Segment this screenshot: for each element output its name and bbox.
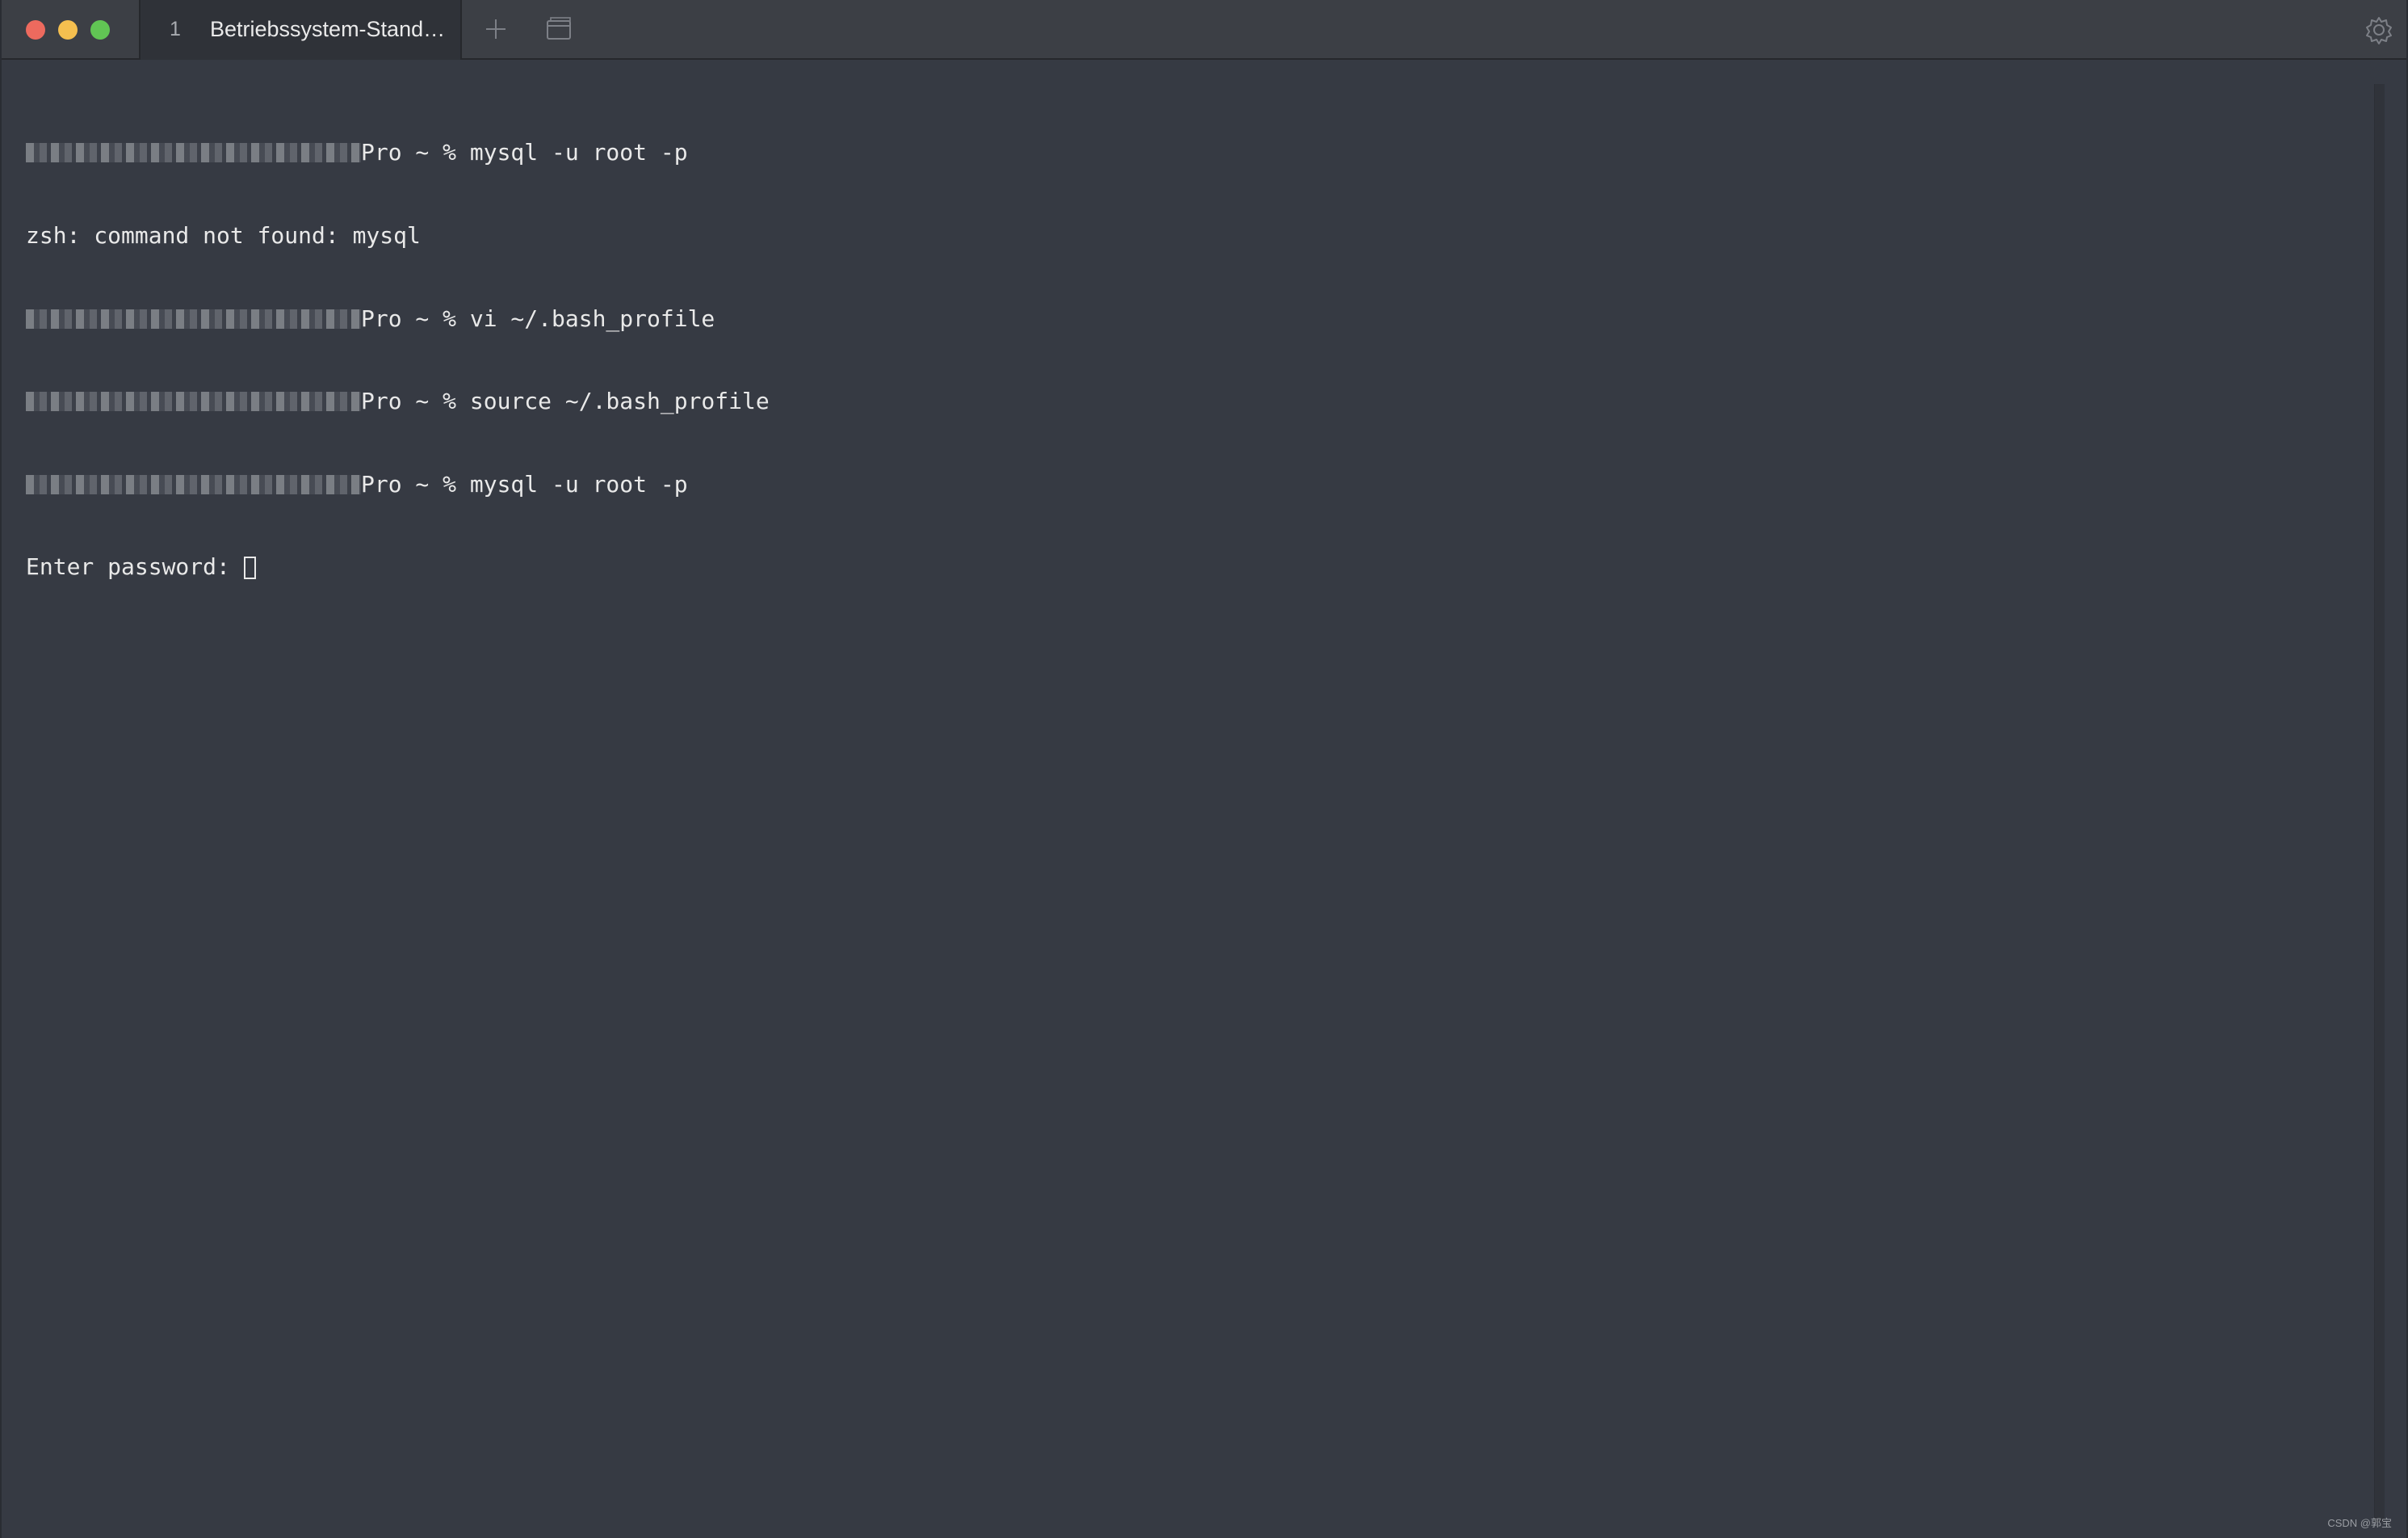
terminal-line: Pro ~ % mysql -u root -p (26, 139, 2374, 166)
command-text: vi ~/.bash_profile (469, 305, 715, 332)
scrollbar[interactable] (2374, 84, 2385, 1522)
terminal-window: 1 Betriebssystem-Stand… Pro ~ % mysql -u (0, 0, 2408, 1538)
command-text: mysql -u root -p (469, 139, 688, 166)
title-bar: 1 Betriebssystem-Stand… (2, 0, 2406, 60)
command-text: mysql -u root -p (469, 470, 688, 498)
redacted-prompt (26, 309, 361, 329)
command-text: source ~/.bash_profile (469, 388, 770, 415)
terminal-line: Pro ~ % mysql -u root -p (26, 471, 2374, 498)
watermark: CSDN @郭宝 (2327, 1517, 2392, 1529)
terminal-output[interactable]: Pro ~ % mysql -u root -p zsh: command no… (2, 61, 2374, 1538)
tab-title: Betriebssystem-Stand… (210, 17, 446, 41)
prompt-suffix: Pro ~ % (361, 139, 470, 166)
close-window-button[interactable] (26, 20, 45, 40)
prompt-suffix: Pro ~ % (361, 305, 470, 332)
output-text: zsh: command not found: mysql (26, 222, 421, 249)
plus-icon[interactable] (480, 13, 512, 45)
redacted-prompt (26, 392, 361, 412)
window-icon[interactable] (543, 15, 575, 45)
terminal-line: Pro ~ % source ~/.bash_profile (26, 388, 2374, 415)
terminal-line: zsh: command not found: mysql (26, 222, 2374, 250)
redacted-prompt (26, 143, 361, 163)
terminal-line: Enter password: (26, 553, 2374, 581)
terminal-line: Pro ~ % vi ~/.bash_profile (26, 305, 2374, 333)
prompt-suffix: Pro ~ % (361, 388, 470, 415)
prompt-suffix: Pro ~ % (361, 470, 470, 498)
gear-icon[interactable] (2363, 14, 2395, 46)
minimize-window-button[interactable] (58, 20, 78, 40)
redacted-prompt (26, 474, 361, 494)
maximize-window-button[interactable] (90, 20, 110, 40)
terminal-tab[interactable]: 1 Betriebssystem-Stand… (139, 0, 462, 60)
text-cursor[interactable] (243, 557, 256, 580)
tab-index: 1 (170, 18, 181, 40)
password-prompt: Enter password: (26, 553, 244, 581)
